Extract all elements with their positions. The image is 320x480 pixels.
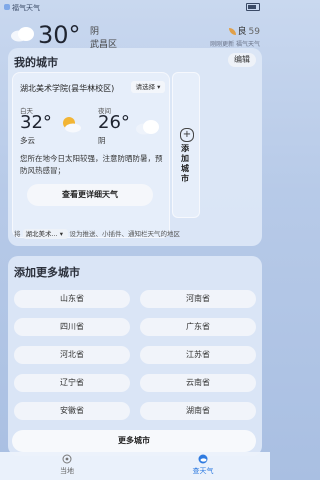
bottom-nav: 当地 查天气 [0, 452, 270, 480]
nav-item-local[interactable]: 当地 [32, 454, 102, 476]
province-button[interactable]: 云南省 [140, 374, 256, 392]
widget-prefix: 将 [14, 230, 21, 238]
aqi-badge[interactable]: 良 59 [228, 24, 260, 37]
add-city-label: 添加城市 [181, 144, 189, 183]
view-detail-button[interactable]: 查看更详细天气 [27, 184, 153, 206]
province-button[interactable]: 河南省 [140, 290, 256, 308]
province-button[interactable]: 河北省 [14, 346, 130, 364]
update-status: 刚刚更新 福气天气 [210, 41, 260, 48]
leaf-icon [228, 28, 236, 35]
more-cities-title: 添加更多城市 [14, 266, 80, 279]
nav-item-label: 当地 [60, 467, 74, 475]
more-cities-card: 添加更多城市 山东省 河南省 四川省 广东省 河北省 江苏省 辽宁省 云南省 安… [8, 256, 262, 456]
province-button[interactable]: 湖南省 [140, 402, 256, 420]
nav-item-weather[interactable]: 查天气 [168, 454, 238, 476]
aqi-value: 59 [248, 27, 260, 37]
my-cities-card: 我的城市 编辑 湖北美术学院(昙华林校区) 请选择 ▾ 白天 32° 多云 夜间… [8, 48, 262, 246]
app-icon [4, 4, 10, 10]
day-condition: 多云 [20, 136, 35, 145]
city-weather-card[interactable]: 湖北美术学院(昙华林校区) 请选择 ▾ 白天 32° 多云 夜间 26° 阴 您… [12, 72, 170, 238]
partly-cloudy-icon [63, 117, 81, 133]
weather-icon [198, 454, 208, 464]
widget-city-select[interactable]: 湖北美术... ▾ [22, 229, 68, 239]
cloud-icon [136, 120, 159, 135]
province-button[interactable]: 广东省 [140, 318, 256, 336]
edit-button[interactable]: 编辑 [228, 53, 256, 67]
add-city-button[interactable]: + 添加城市 [172, 72, 200, 218]
province-button[interactable]: 安徽省 [14, 402, 130, 420]
province-button[interactable]: 四川省 [14, 318, 130, 336]
weather-notice: 您所在地今日太阳较强，注意防晒防暑，预防风热感冒； [20, 154, 163, 175]
city-select-dropdown[interactable]: 请选择 ▾ [131, 81, 165, 93]
current-condition: 阴 [90, 27, 100, 37]
province-button[interactable]: 山东省 [14, 290, 130, 308]
cloud-icon [11, 27, 34, 42]
day-temperature: 32° [20, 112, 52, 133]
widget-region-row: 将湖北美术... ▾ 设为推送、小插件、通知栏天气的地区 [14, 228, 180, 239]
province-button[interactable]: 江苏省 [140, 346, 256, 364]
status-bar: 福气天气 [0, 0, 270, 14]
province-button[interactable]: 辽宁省 [14, 374, 130, 392]
my-cities-title: 我的城市 [14, 56, 58, 69]
aqi-label: 良 [237, 27, 247, 37]
city-select-label: 请选择 [135, 83, 156, 91]
plus-icon: + [180, 128, 194, 142]
nav-item-label: 查天气 [192, 467, 214, 475]
widget-city-label: 湖北美术... [25, 230, 58, 238]
current-temperature: 30° [38, 21, 81, 49]
status-app-name: 福气天气 [12, 4, 40, 12]
city-name: 湖北美术学院(昙华林校区) [20, 84, 115, 93]
night-temperature: 26° [98, 112, 130, 133]
location-icon [62, 454, 72, 464]
battery-icon [246, 3, 260, 11]
more-cities-button[interactable]: 更多城市 [12, 430, 256, 452]
widget-suffix: 设为推送、小插件、通知栏天气的地区 [69, 230, 181, 238]
night-condition: 阴 [98, 136, 106, 145]
